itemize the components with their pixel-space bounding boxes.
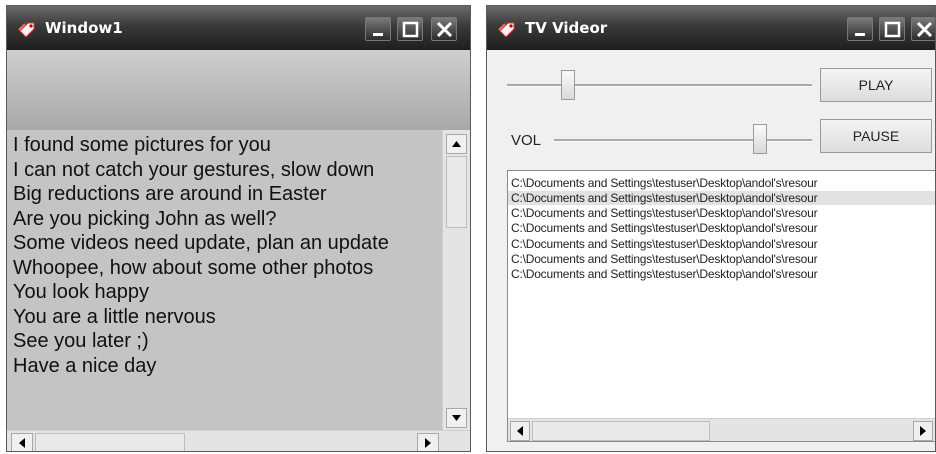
close-button[interactable] xyxy=(431,17,457,41)
list-item[interactable]: You look happy xyxy=(13,280,441,305)
arrow-up-icon xyxy=(452,141,461,147)
list-item[interactable]: I found some pictures for you xyxy=(13,133,441,158)
tag-icon xyxy=(497,19,519,38)
list-item[interactable]: Big reductions are around in Easter xyxy=(13,182,441,207)
file-list[interactable]: C:\Documents and Settings\testuser\Deskt… xyxy=(507,170,935,442)
minimize-icon xyxy=(373,33,383,36)
maximize-icon xyxy=(884,21,901,38)
scroll-left-button[interactable] xyxy=(510,421,530,441)
scroll-up-button[interactable] xyxy=(446,134,467,154)
window1: Window1 I found some pictures for you I … xyxy=(6,5,471,452)
list-item[interactable]: Whoopee, how about some other photos xyxy=(13,256,441,281)
volume-label: VOL xyxy=(511,132,542,149)
tv-videor-titlebar[interactable]: TV Videor xyxy=(487,6,935,50)
arrow-left-icon xyxy=(19,438,25,448)
list-item[interactable]: C:\Documents and Settings\testuser\Deskt… xyxy=(511,206,818,220)
maximize-icon xyxy=(402,21,419,38)
file-list-horizontal-scrollbar[interactable] xyxy=(508,418,935,441)
tv-videor-title: TV Videor xyxy=(525,19,608,37)
message-lines: I found some pictures for you I can not … xyxy=(13,133,441,378)
horizontal-scrollbar[interactable] xyxy=(7,430,470,451)
pause-button[interactable]: PAUSE xyxy=(820,119,932,153)
minimize-button[interactable] xyxy=(847,17,873,41)
arrow-left-icon xyxy=(517,426,523,436)
volume-slider-track[interactable] xyxy=(554,139,812,142)
position-slider-thumb[interactable] xyxy=(561,70,575,100)
list-item[interactable]: I can not catch your gestures, slow down xyxy=(13,158,441,183)
arrow-right-icon xyxy=(920,426,926,436)
list-item[interactable]: You are a little nervous xyxy=(13,305,441,330)
list-item[interactable]: Some videos need update, plan an update xyxy=(13,231,441,256)
volume-slider-thumb[interactable] xyxy=(753,124,768,154)
list-item[interactable]: Have a nice day xyxy=(13,354,441,379)
scroll-left-button[interactable] xyxy=(11,433,33,451)
hscroll-thumb[interactable] xyxy=(35,433,185,451)
scroll-right-button[interactable] xyxy=(417,433,439,451)
position-slider-track[interactable] xyxy=(507,84,812,87)
list-item[interactable]: C:\Documents and Settings\testuser\Deskt… xyxy=(511,221,818,235)
list-item[interactable]: C:\Documents and Settings\testuser\Deskt… xyxy=(511,237,818,251)
play-button[interactable]: PLAY xyxy=(820,68,932,102)
hscroll-thumb[interactable] xyxy=(532,421,710,441)
list-item[interactable]: C:\Documents and Settings\testuser\Deskt… xyxy=(511,267,818,281)
list-item[interactable]: C:\Documents and Settings\testuser\Deskt… xyxy=(511,252,818,266)
list-item[interactable]: Are you picking John as well? xyxy=(13,207,441,232)
list-item[interactable]: C:\Documents and Settings\testuser\Deskt… xyxy=(511,176,818,190)
window1-title: Window1 xyxy=(45,19,123,37)
tag-icon xyxy=(17,19,39,38)
list-item[interactable]: See you later ;) xyxy=(13,329,441,354)
minimize-icon xyxy=(855,33,865,36)
close-button[interactable] xyxy=(911,17,935,41)
arrow-right-icon xyxy=(425,438,431,448)
scroll-down-button[interactable] xyxy=(446,408,467,428)
tv-videor-window: TV Videor PLAY VOL PAUSE C:\Documents an… xyxy=(486,5,936,452)
close-icon xyxy=(916,21,933,38)
maximize-button[interactable] xyxy=(879,17,905,41)
list-item-selected[interactable]: C:\Documents and Settings\testuser\Deskt… xyxy=(508,191,935,205)
vertical-scrollbar[interactable] xyxy=(442,130,470,430)
arrow-down-icon xyxy=(452,415,461,421)
scroll-thumb[interactable] xyxy=(446,156,467,228)
maximize-button[interactable] xyxy=(397,17,423,41)
window1-header-panel xyxy=(7,50,470,132)
message-list[interactable]: I found some pictures for you I can not … xyxy=(7,130,470,451)
scroll-right-button[interactable] xyxy=(913,421,933,441)
minimize-button[interactable] xyxy=(365,17,391,41)
window1-titlebar[interactable]: Window1 xyxy=(7,6,470,50)
close-icon xyxy=(436,21,453,38)
tv-videor-client: PLAY VOL PAUSE C:\Documents and Settings… xyxy=(487,50,935,451)
